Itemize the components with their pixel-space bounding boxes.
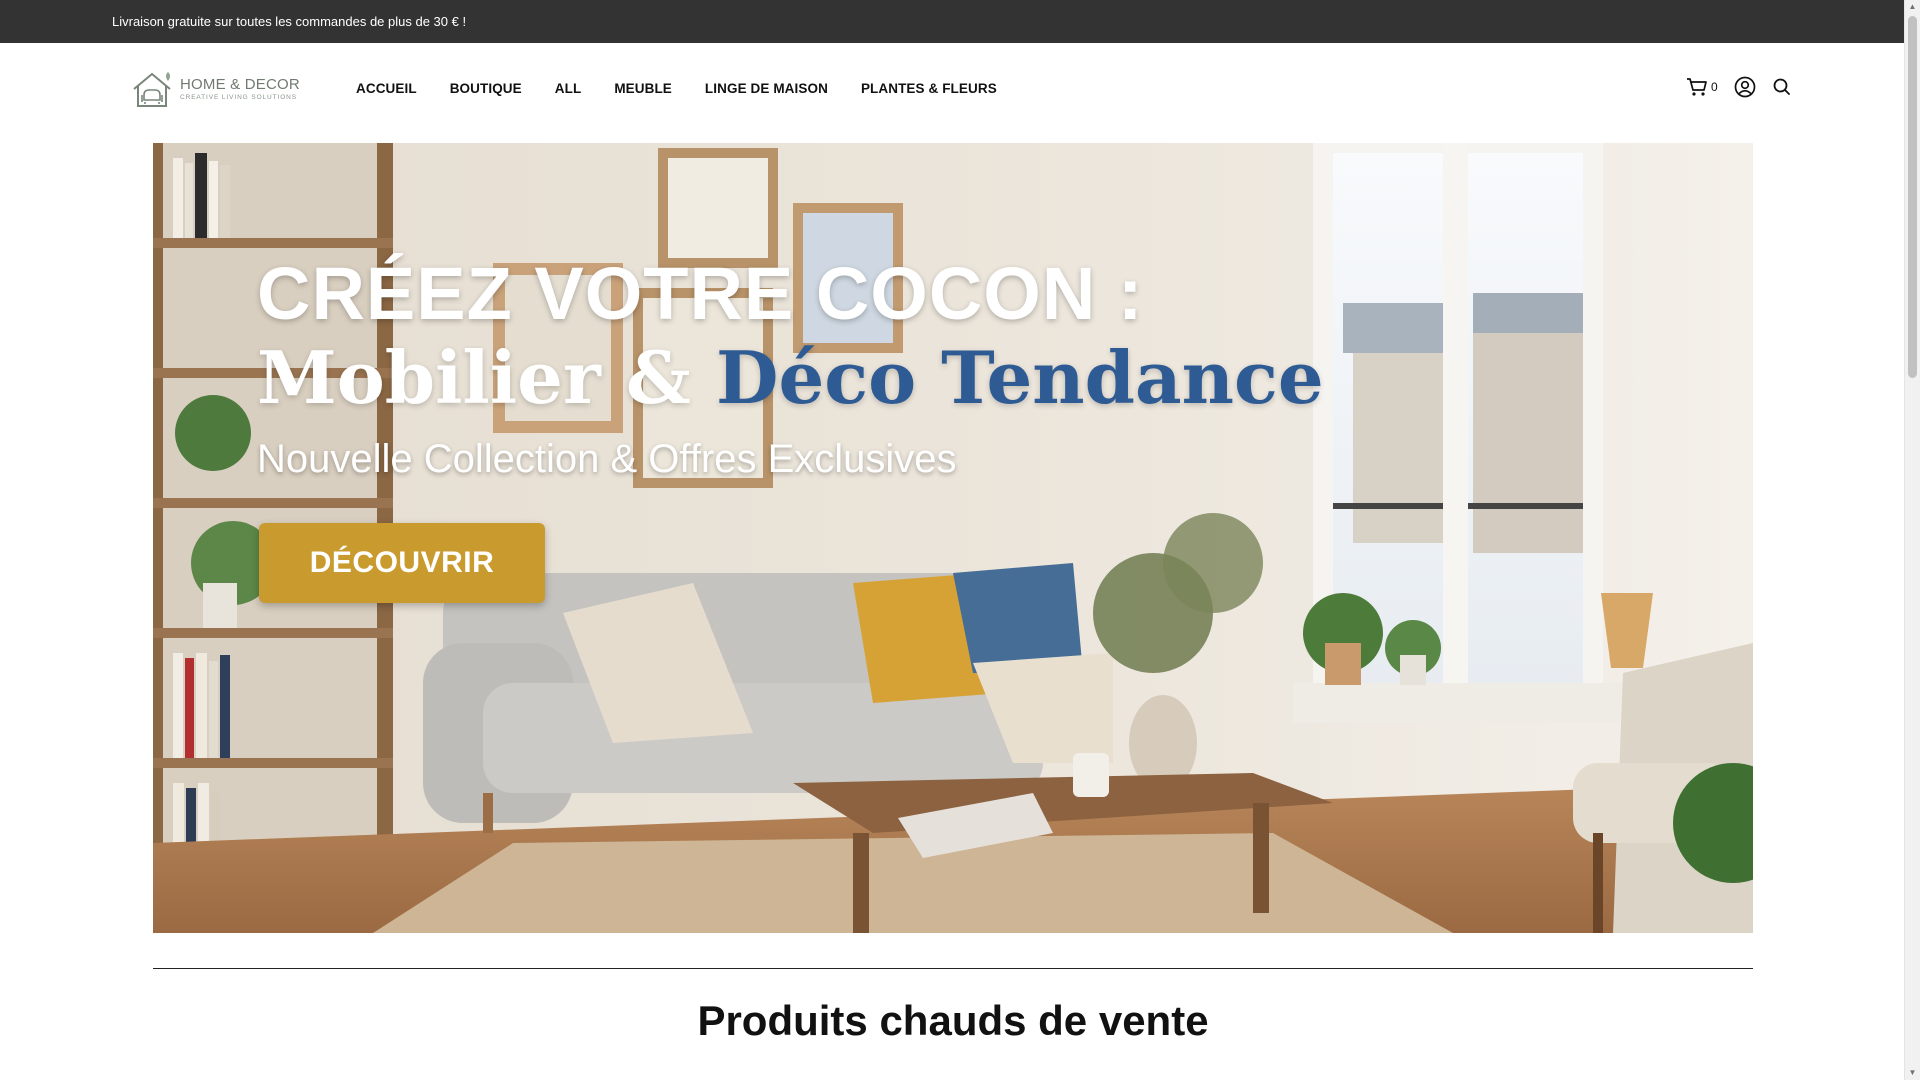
- scroll-down-arrow-icon[interactable]: ▼: [1905, 1066, 1920, 1080]
- nav-item-meuble[interactable]: MEUBLE: [614, 81, 672, 96]
- hero-text: CRÉEZ VOTRE COCON : Mobilier & Déco Tend…: [257, 253, 1324, 483]
- nav-item-all[interactable]: ALL: [555, 81, 582, 96]
- site-header: HOME & DECOR CREATIVE LIVING SOLUTIONS A…: [0, 43, 1904, 143]
- account-button[interactable]: [1734, 76, 1756, 98]
- main-nav: ACCUEIL BOUTIQUE ALL MEUBLE LINGE DE MAI…: [356, 43, 997, 133]
- announcement-text: Livraison gratuite sur toutes les comman…: [112, 14, 467, 29]
- cart-button[interactable]: 0: [1686, 77, 1718, 97]
- search-button[interactable]: [1772, 77, 1792, 97]
- discover-button[interactable]: DÉCOUVRIR: [259, 523, 545, 603]
- section-divider: [153, 968, 1753, 969]
- hero-banner[interactable]: CRÉEZ VOTRE COCON : Mobilier & Déco Tend…: [153, 143, 1753, 933]
- nav-item-plantes-fleurs[interactable]: PLANTES & FLEURS: [861, 81, 997, 96]
- user-circle-icon: [1734, 76, 1756, 98]
- header-icons: 0: [1686, 43, 1792, 131]
- hero-subheadline-blue: Déco Tendance: [716, 335, 1324, 420]
- hero-subheadline: Mobilier & Déco Tendance: [257, 335, 1324, 421]
- hero-headline: CRÉEZ VOTRE COCON :: [257, 252, 1144, 335]
- hero-tagline: Nouvelle Collection & Offres Exclusives: [257, 437, 957, 481]
- section-title: Produits chauds de vente: [697, 997, 1209, 1044]
- house-chair-logo-icon: [133, 72, 171, 107]
- cart-count: 0: [1711, 80, 1718, 94]
- logo-name: HOME & DECOR: [180, 76, 300, 93]
- search-icon: [1773, 78, 1790, 95]
- page-scrollbar[interactable]: ▲ ▼: [1904, 0, 1920, 1080]
- scroll-up-arrow-icon[interactable]: ▲: [1905, 0, 1920, 14]
- announcement-bar: Livraison gratuite sur toutes les comman…: [0, 0, 1904, 43]
- nav-item-accueil[interactable]: ACCUEIL: [356, 81, 417, 96]
- nav-item-linge-de-maison[interactable]: LINGE DE MAISON: [705, 81, 828, 96]
- hero-subheadline-white: Mobilier &: [257, 335, 716, 420]
- nav-item-boutique[interactable]: BOUTIQUE: [450, 81, 522, 96]
- page: Livraison gratuite sur toutes les comman…: [0, 0, 1920, 1080]
- shopping-cart-icon: [1687, 78, 1707, 96]
- scrollbar-thumb[interactable]: [1908, 16, 1917, 378]
- logo-tagline: CREATIVE LIVING SOLUTIONS: [180, 94, 298, 101]
- logo[interactable]: HOME & DECOR CREATIVE LIVING SOLUTIONS: [130, 65, 300, 113]
